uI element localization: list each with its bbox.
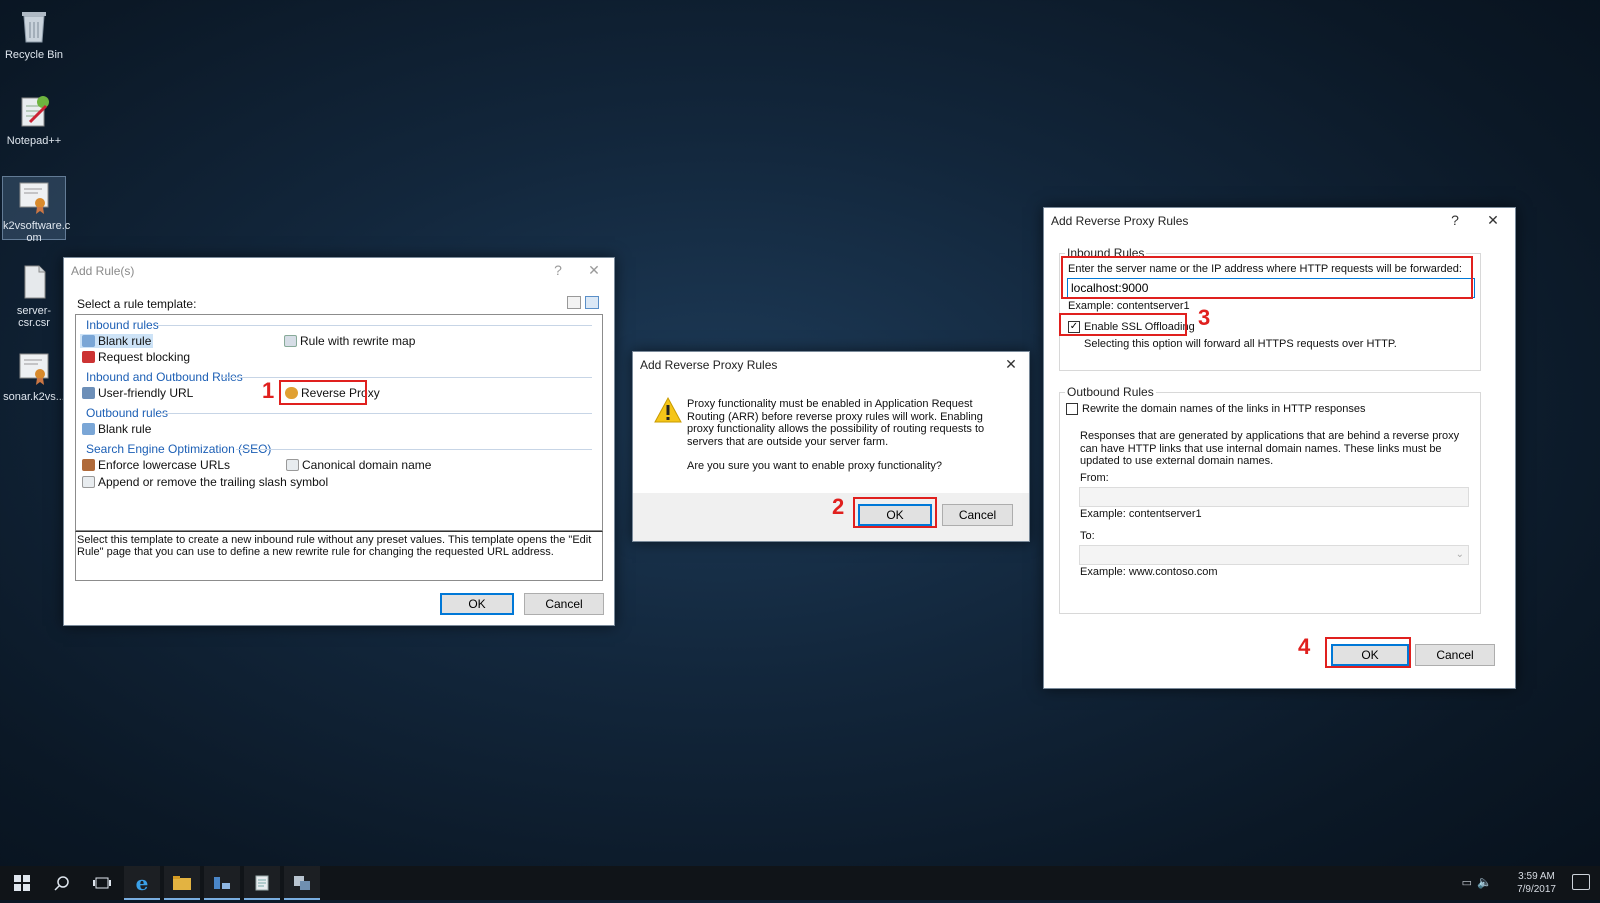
blank-rule-icon: [82, 335, 95, 347]
help-button[interactable]: ?: [1443, 210, 1467, 230]
ok-button[interactable]: OK: [440, 593, 514, 615]
close-button[interactable]: ✕: [582, 260, 606, 280]
from-example: Example: contentserver1: [1080, 508, 1202, 520]
group-divider: [222, 377, 592, 378]
template-trailing-slash[interactable]: Append or remove the trailing slash symb…: [82, 475, 328, 489]
lowercase-icon: [82, 459, 95, 471]
to-dropdown[interactable]: ⌄: [1079, 545, 1469, 565]
warning-icon: [653, 396, 683, 427]
group-divider: [236, 449, 592, 450]
step-number-3: 3: [1198, 305, 1211, 330]
user-friendly-url-icon: [82, 387, 95, 399]
template-rule-with-rewrite-map[interactable]: Rule with rewrite map: [284, 334, 415, 348]
confirm-question: Are you sure you want to enable proxy fu…: [687, 460, 942, 472]
template-user-friendly-url[interactable]: User-friendly URL: [82, 386, 193, 400]
view-details-icon[interactable]: [567, 296, 581, 309]
cancel-button[interactable]: Cancel: [1415, 644, 1495, 666]
server-address-highlight: [1061, 256, 1473, 299]
close-button[interactable]: ✕: [1481, 210, 1505, 230]
group-divider: [156, 325, 592, 326]
template-description: Select this template to create a new inb…: [75, 531, 603, 581]
certificate-file-icon: [16, 348, 52, 388]
ssl-offloading-note: Selecting this option will forward all H…: [1084, 338, 1397, 350]
group-header-inbound-outbound: Inbound and Outbound Rules: [86, 370, 243, 384]
clock-time: 3:59 AM: [1518, 871, 1555, 882]
step-number-1: 1: [262, 378, 275, 403]
from-input[interactable]: [1079, 487, 1469, 507]
group-divider: [160, 413, 592, 414]
notepad-icon[interactable]: [244, 866, 280, 900]
desktop-icon-sonar[interactable]: sonar.k2vs...: [2, 348, 66, 403]
recycle-bin-icon: [16, 6, 52, 46]
volume-icon[interactable]: 🔈: [1477, 875, 1492, 889]
clock[interactable]: 3:59 AM 7/9/2017: [1517, 870, 1556, 896]
trailing-slash-icon: [82, 476, 95, 488]
task-view-icon[interactable]: [82, 866, 122, 900]
request-blocking-icon: [82, 351, 95, 363]
add-rules-dialog: Add Rule(s) ? ✕ Select a rule template: …: [63, 257, 615, 626]
rewrite-domain-checkbox[interactable]: [1066, 403, 1078, 415]
rewrite-map-icon: [284, 335, 297, 347]
window-title: Add Rule(s): [71, 264, 135, 278]
group-header-outbound: Outbound rules: [86, 406, 169, 420]
canonical-domain-icon: [286, 459, 299, 471]
add-rules-titlebar[interactable]: Add Rule(s) ? ✕: [64, 258, 614, 282]
to-example: Example: www.contoso.com: [1080, 566, 1218, 578]
iis-manager-icon[interactable]: [284, 866, 320, 900]
confirm-message: Proxy functionality must be enabled in A…: [687, 398, 985, 448]
template-enforce-lowercase-urls[interactable]: Enforce lowercase URLs: [82, 458, 230, 472]
blank-rule-icon: [82, 423, 95, 435]
template-canonical-domain-name[interactable]: Canonical domain name: [286, 458, 431, 472]
reverse-proxy-highlight: [279, 380, 367, 405]
help-button[interactable]: ?: [546, 260, 570, 280]
template-blank-rule-inbound[interactable]: Blank rule: [80, 334, 154, 348]
server-example: Example: contentserver1: [1068, 300, 1190, 312]
cancel-button[interactable]: Cancel: [524, 593, 604, 615]
desktop-icon-notepad-plus-plus[interactable]: Notepad++: [2, 92, 66, 147]
notepad-plus-plus-icon: [16, 92, 52, 132]
network-icon[interactable]: ▭: [1462, 876, 1472, 889]
rewrite-domain-label[interactable]: Rewrite the domain names of the links in…: [1082, 403, 1365, 415]
from-label: From:: [1080, 472, 1109, 484]
window-title: Add Reverse Proxy Rules: [640, 358, 778, 372]
outbound-rules-label: Outbound Rules: [1065, 385, 1156, 399]
proxy-ok-highlight: [1325, 637, 1411, 668]
step-number-2: 2: [832, 494, 845, 519]
close-button[interactable]: ✕: [999, 354, 1023, 374]
ssl-offloading-highlight: [1059, 313, 1187, 336]
search-icon[interactable]: [42, 866, 82, 900]
notifications-icon[interactable]: [1572, 874, 1590, 890]
desktop-icon-k2vsoftware[interactable]: k2vsoftware.c om: [2, 176, 70, 244]
confirm-titlebar[interactable]: Add Reverse Proxy Rules ✕: [633, 352, 1029, 376]
internet-explorer-icon[interactable]: e: [124, 866, 160, 900]
windows-start-icon[interactable]: [2, 866, 42, 900]
step-number-4: 4: [1298, 634, 1311, 659]
desktop-icon-recycle-bin[interactable]: Recycle Bin: [2, 6, 66, 61]
template-list: Inbound rules Blank rule Rule with rewri…: [75, 314, 603, 531]
desktop: Recycle Bin Notepad++ k2vsoftware.c om s…: [0, 0, 1600, 866]
template-request-blocking[interactable]: Request blocking: [82, 350, 190, 364]
cancel-button[interactable]: Cancel: [942, 504, 1013, 526]
clock-date: 7/9/2017: [1517, 884, 1556, 895]
chevron-down-icon: ⌄: [1455, 549, 1464, 560]
to-label: To:: [1080, 530, 1095, 542]
document-file-icon: [16, 262, 52, 302]
confirm-ok-highlight: [853, 497, 937, 528]
server-manager-icon[interactable]: [204, 866, 240, 900]
window-title: Add Reverse Proxy Rules: [1051, 214, 1189, 228]
select-template-label: Select a rule template:: [77, 297, 197, 311]
template-blank-rule-outbound[interactable]: Blank rule: [82, 422, 151, 436]
outbound-note: Responses that are generated by applicat…: [1080, 430, 1460, 467]
desktop-icon-server-csr[interactable]: server-csr.csr: [2, 262, 66, 329]
view-list-icon[interactable]: [585, 296, 599, 309]
file-explorer-icon[interactable]: [164, 866, 200, 900]
certificate-file-icon: [16, 177, 52, 217]
confirm-proxy-dialog: Add Reverse Proxy Rules ✕ Proxy function…: [632, 351, 1030, 542]
proxy-rules-titlebar[interactable]: Add Reverse Proxy Rules ? ✕: [1044, 208, 1515, 232]
group-header-inbound: Inbound rules: [86, 318, 159, 332]
taskbar: e ▭ 🔈 3:59 AM 7/9/2017: [0, 866, 1600, 900]
